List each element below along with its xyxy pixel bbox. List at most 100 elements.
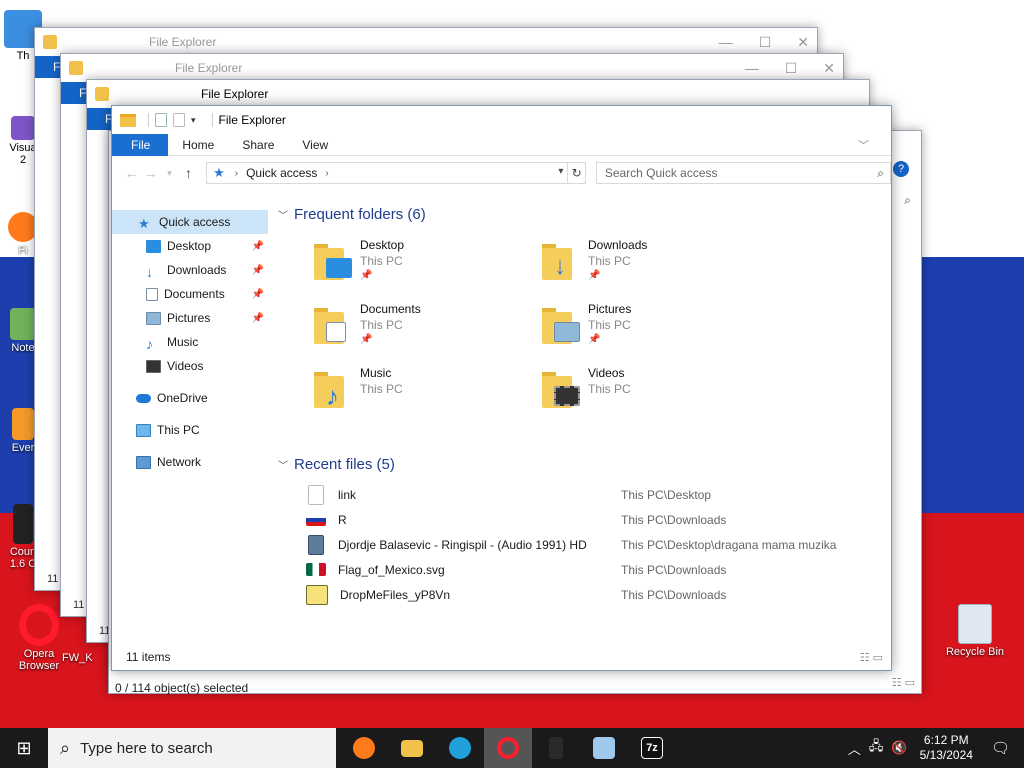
properties-icon[interactable] [155,113,167,127]
nav-item-network[interactable]: Network [112,450,268,474]
folder-tile-videos[interactable]: Videos This PC [542,366,762,426]
pin-icon: 📌 [588,334,601,345]
close-icon[interactable]: ✕ [823,60,835,77]
chevron-right-icon[interactable]: › [235,168,238,179]
taskbar-app-dark[interactable] [532,728,580,768]
videos-folder-icon [542,370,580,408]
desktop-icon [146,239,161,253]
minimize-icon[interactable]: — [719,34,733,51]
folder-tile-music[interactable]: ♪ Music This PC [314,366,534,426]
folder-tile-pictures[interactable]: Pictures This PC 📌 [542,302,762,362]
search-icon: ⌕ [60,737,71,758]
search-input[interactable]: Search Quick access ⌕ [595,162,891,184]
file-icon [308,484,324,505]
volume-muted-icon[interactable]: 🔇 [891,740,907,756]
recycle-bin-icon [958,604,992,644]
recent-file-row[interactable]: R This PC\Downloads [278,507,878,532]
nav-item-documents[interactable]: Documents 📌 [112,282,268,306]
chevron-down-icon[interactable]: ﹀ [278,207,288,222]
download-icon: ↓ [146,263,153,280]
up-icon[interactable]: ↑ [179,165,198,181]
folder-icon [69,61,83,75]
taskbar-opera[interactable] [484,728,532,768]
minimize-icon[interactable]: — [745,60,759,77]
pin-icon[interactable]: 📌 [252,313,264,324]
nav-item-this-pc[interactable]: This PC [112,418,268,442]
nav-item-quick-access[interactable]: ★ Quick access [112,210,268,234]
close-icon[interactable]: ✕ [797,34,809,51]
tab-home[interactable]: Home [168,134,228,156]
qat-separator [211,113,213,127]
tab-view[interactable]: View [288,134,342,156]
expand-ribbon-icon[interactable]: ﹀ [858,137,869,153]
recent-file-row[interactable]: link This PC\Desktop [278,482,878,507]
back-icon[interactable]: ← [122,165,141,181]
view-toggle-icons[interactable]: ☷ ▭ [860,651,883,664]
nav-item-downloads[interactable]: ↓ Downloads 📌 [112,258,268,282]
desktop-icon-recycle-bin[interactable]: Recycle Bin [940,604,1010,658]
taskbar-7zip[interactable]: 7z [628,728,676,768]
system-tray: ︿ 🖧 🔇 6:12 PM 5/13/2024 🗨 [844,728,1024,768]
taskbar-firefox[interactable] [340,728,388,768]
search-icon[interactable]: ⌕ [904,193,911,208]
notifications-icon[interactable]: 🗨 [991,739,1010,757]
visual-studio-icon [11,116,35,140]
nav-item-pictures[interactable]: Pictures 📌 [112,306,268,330]
address-location[interactable]: Quick access [246,166,317,180]
qat-dropdown-icon[interactable]: ▾ [191,115,196,126]
nav-item-onedrive[interactable]: OneDrive [112,386,268,410]
chevron-up-icon[interactable]: ︿ [848,739,861,758]
address-bar[interactable]: ★ › Quick access › ▾ [206,162,569,184]
desktop-icon-fw[interactable]: FW_K [62,652,102,664]
chevron-down-icon[interactable]: ▾ [558,166,563,177]
recent-files-header[interactable]: ﹀ Recent files (5) [278,450,878,478]
maximize-icon[interactable]: ☐ [785,60,798,77]
help-icon[interactable]: ? [893,161,909,177]
folder-icon [120,113,136,127]
view-toggle-icons[interactable]: ☷ ▭ [892,676,915,689]
clock[interactable]: 6:12 PM 5/13/2024 [920,733,973,763]
frequent-folders-grid: Desktop This PC 📌 ↓ Downloads This PC 📌 … [278,228,878,450]
network-icon[interactable]: 🖧 [869,737,884,759]
recent-file-row[interactable]: DropMeFiles_yP8Vn This PC\Downloads [278,582,878,607]
folder-tile-downloads[interactable]: ↓ Downloads This PC 📌 [542,238,762,298]
star-icon: ★ [213,165,225,180]
file-explorer-window[interactable]: ▾ File Explorer File Home Share View ﹀ ←… [111,105,892,671]
forward-icon[interactable]: → [141,165,160,181]
folder-icon [401,739,423,757]
nav-item-music[interactable]: ♪ Music [112,330,268,354]
tab-share[interactable]: Share [228,134,288,156]
recent-file-row[interactable]: Djordje Balasevic - Ringispil - (Audio 1… [278,532,878,557]
folder-tile-documents[interactable]: Documents This PC 📌 [314,302,534,362]
maximize-icon[interactable]: ☐ [759,34,772,51]
taskbar-file-explorer[interactable] [388,728,436,768]
downloads-folder-icon: ↓ [542,242,580,280]
new-folder-icon[interactable] [173,113,185,127]
recent-locations-icon[interactable]: ▾ [160,168,179,179]
taskbar-search-input[interactable]: ⌕ Type here to search [48,728,336,768]
taskbar-app-notepad[interactable] [580,728,628,768]
chevron-right-icon[interactable]: › [325,168,328,179]
search-icon[interactable]: ⌕ [877,163,884,183]
network-icon [136,455,151,469]
videos-icon [146,359,161,373]
tab-file[interactable]: File [112,133,169,156]
firefox-icon [353,737,375,759]
recent-file-row[interactable]: Flag_of_Mexico.svg This PC\Downloads [278,557,878,582]
frequent-folders-header[interactable]: ﹀ Frequent folders (6) [278,200,878,228]
pin-icon[interactable]: 📌 [252,289,264,300]
folder-tile-desktop[interactable]: Desktop This PC 📌 [314,238,534,298]
opera-icon [497,737,519,759]
star-icon: ★ [138,215,150,231]
title-bar: File Explorer [87,80,869,108]
nav-item-desktop[interactable]: Desktop 📌 [112,234,268,258]
refresh-icon[interactable]: ↻ [568,162,586,184]
nav-item-videos[interactable]: Videos [112,354,268,378]
start-button[interactable]: ⊞ [0,728,48,768]
chevron-down-icon[interactable]: ﹀ [278,457,288,472]
pin-icon: 📌 [588,270,601,281]
taskbar-edge[interactable] [436,728,484,768]
pin-icon[interactable]: 📌 [252,241,264,252]
pin-icon[interactable]: 📌 [252,265,264,276]
title-bar: File Explorer [35,28,817,56]
